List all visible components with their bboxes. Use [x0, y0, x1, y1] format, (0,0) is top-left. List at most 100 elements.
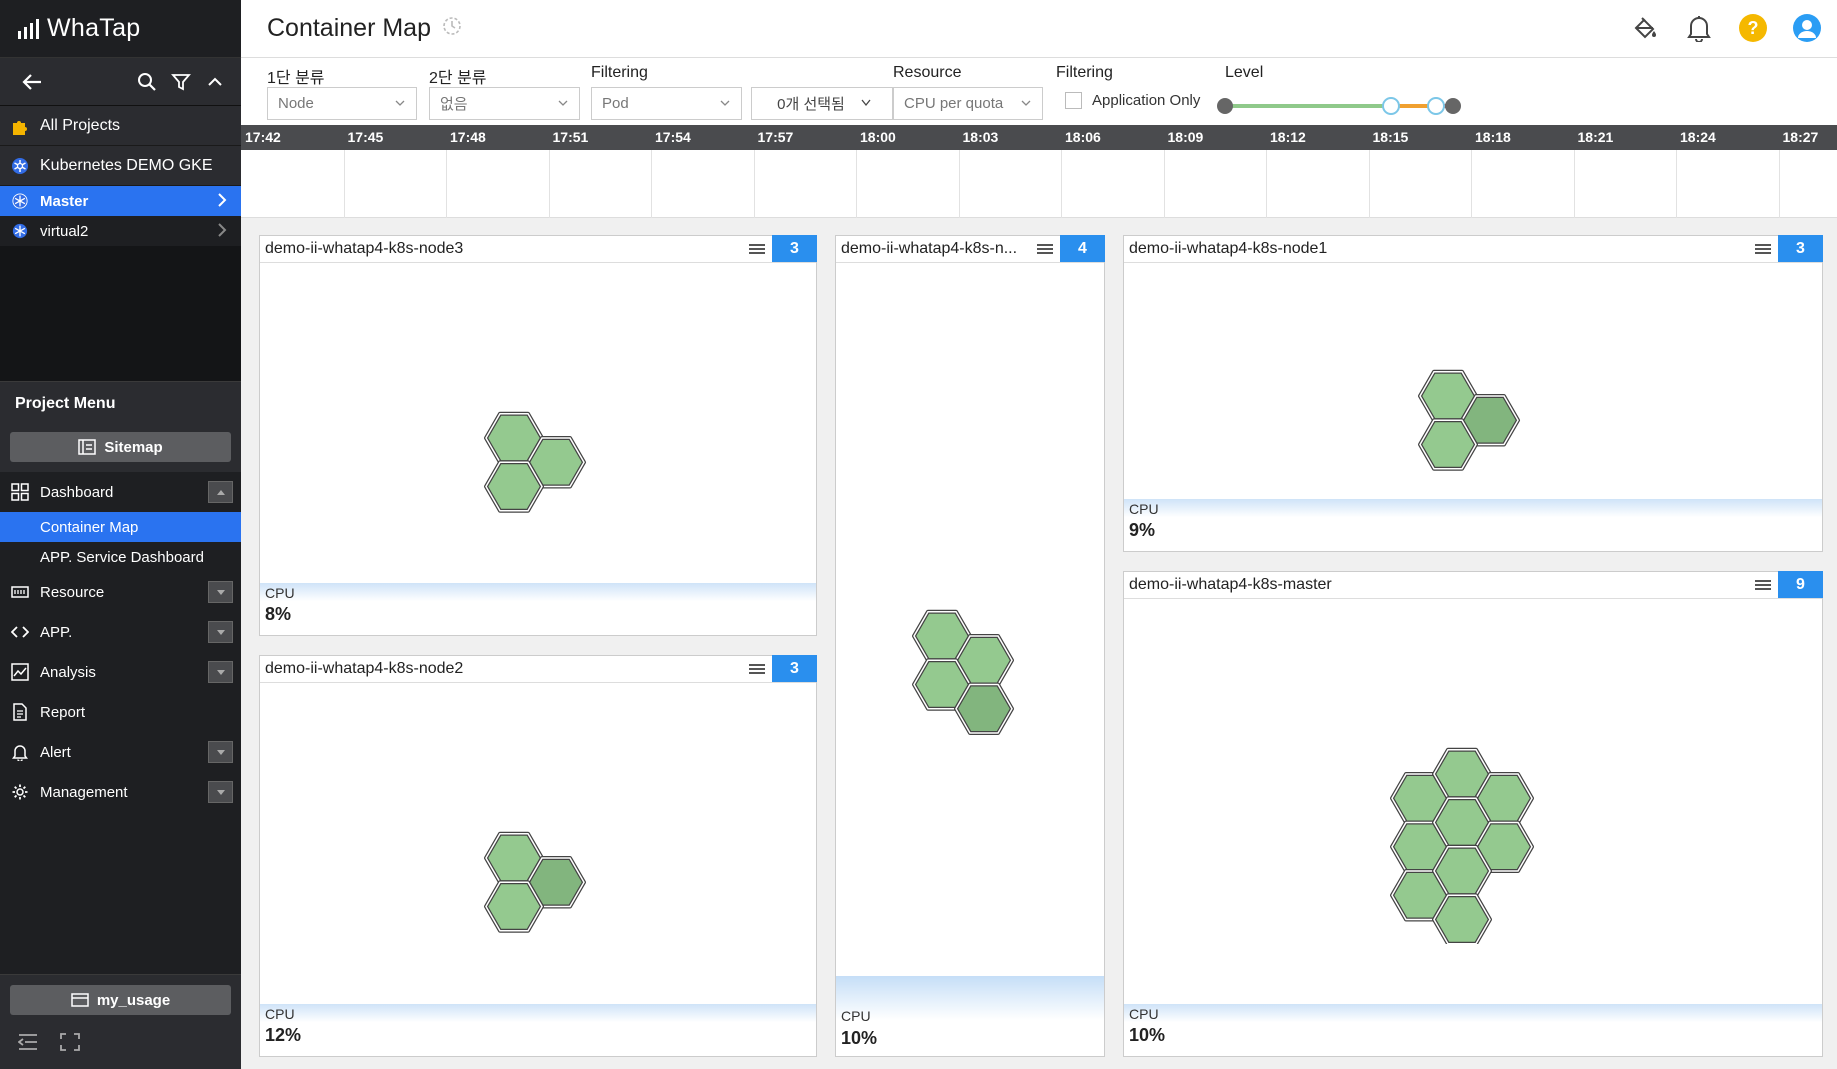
list-icon[interactable]: [1754, 579, 1772, 593]
history-icon[interactable]: [441, 15, 463, 42]
metric-value: 8%: [265, 604, 292, 624]
timeline-tick: 18:27: [1782, 129, 1819, 145]
resource-select[interactable]: CPU per quota: [893, 87, 1043, 120]
filter-icon[interactable]: [167, 68, 195, 96]
pod-honeycomb[interactable]: [1414, 366, 1534, 486]
pod-hex[interactable]: [1418, 418, 1478, 471]
pod-count-badge[interactable]: 4: [1060, 235, 1105, 262]
my-usage-button[interactable]: my_usage: [10, 985, 231, 1015]
filtering-label: Filtering: [591, 64, 648, 81]
timeline-tick: 18:15: [1372, 129, 1409, 145]
menu-management[interactable]: Management: [0, 772, 241, 812]
page-title: Container Map: [267, 14, 431, 42]
collapse-toggle[interactable]: [208, 481, 233, 503]
node-card-master[interactable]: demo-ii-whatap4-k8s-master 9 CPU 10%: [1123, 571, 1823, 1057]
sitemap-button[interactable]: Sitemap: [10, 432, 231, 462]
menu-collapse-icon[interactable]: [17, 1033, 38, 1056]
timeline-gridline: [343, 150, 345, 218]
chevron-up-icon: [216, 489, 225, 495]
expand-toggle[interactable]: [208, 781, 233, 803]
timeline[interactable]: 17:42 17:45 17:48 17:51 17:54 17:57 18:00 18:03…: [241, 125, 1837, 218]
menu-app-service-dashboard[interactable]: APP. Service Dashboard: [0, 542, 241, 572]
timeline-gridline: [548, 150, 550, 218]
project-item[interactable]: Kubernetes DEMO GKE: [0, 146, 241, 186]
list-icon[interactable]: [1036, 243, 1054, 257]
pod-hex[interactable]: [484, 880, 544, 933]
collapse-up-icon[interactable]: [201, 68, 229, 96]
list-icon[interactable]: [748, 663, 766, 677]
expand-toggle[interactable]: [208, 741, 233, 763]
timeline-tick: 18:09: [1167, 129, 1204, 145]
application-only-label: Application Only: [1092, 92, 1201, 109]
sitemap-label: Sitemap: [104, 438, 163, 456]
pod-hex[interactable]: [1432, 844, 1492, 898]
pod-count-badge[interactable]: 3: [1778, 235, 1823, 262]
chevron-down-icon: [216, 629, 225, 635]
group2-value: 없음: [440, 96, 468, 113]
filtering-select[interactable]: Pod: [591, 87, 742, 120]
project-name-label: Kubernetes DEMO GKE: [40, 156, 213, 174]
list-icon[interactable]: [1754, 243, 1772, 257]
node-card-node1[interactable]: demo-ii-whatap4-k8s-node1 3 CPU 9%: [1123, 235, 1823, 552]
node-title: demo-ii-whatap4-k8s-node3: [265, 240, 464, 257]
all-projects-label: All Projects: [40, 116, 121, 134]
expand-toggle[interactable]: [208, 581, 233, 603]
whatap-logo[interactable]: WhaTap: [0, 0, 241, 58]
search-icon[interactable]: [133, 68, 161, 96]
pod-count-badge[interactable]: 3: [772, 655, 817, 682]
expand-toggle[interactable]: [208, 621, 233, 643]
pod-honeycomb[interactable]: [1386, 744, 1561, 944]
timeline-tick: 17:42: [245, 129, 281, 145]
sitemap-icon: [78, 439, 97, 455]
resource-label: Resource: [893, 64, 962, 81]
help-icon[interactable]: ?: [1737, 12, 1769, 44]
timeline-grid[interactable]: [241, 150, 1837, 218]
node-card-node3[interactable]: demo-ii-whatap4-k8s-node3 3 CPU 8%: [259, 235, 817, 636]
menu-analysis[interactable]: Analysis: [0, 652, 241, 692]
pod-honeycomb[interactable]: [480, 828, 600, 948]
menu-report[interactable]: Report: [0, 692, 241, 732]
back-arrow-icon[interactable]: [18, 68, 46, 96]
menu-resource[interactable]: Resource: [0, 572, 241, 612]
tree-item-virtual2[interactable]: virtual2: [0, 216, 241, 246]
timeline-tick: 18:06: [1065, 129, 1101, 145]
paint-bucket-icon[interactable]: [1629, 12, 1661, 44]
group2-select[interactable]: 없음: [429, 87, 580, 120]
pod-count-badge[interactable]: 9: [1778, 571, 1823, 598]
notification-bell-icon[interactable]: [1683, 12, 1715, 44]
pod-hex[interactable]: [1432, 893, 1492, 944]
timeline-gridline: [753, 150, 755, 218]
metric-label: CPU: [841, 1008, 871, 1024]
kubernetes-icon: [10, 193, 30, 209]
pod-count-badge[interactable]: 3: [772, 235, 817, 262]
pod-honeycomb[interactable]: [908, 606, 1028, 756]
pod-hex[interactable]: [954, 682, 1014, 735]
node-card-nodeN[interactable]: demo-ii-whatap4-k8s-n... 4 CPU 10%: [835, 235, 1105, 1057]
document-icon: [10, 702, 30, 722]
fullscreen-icon[interactable]: [60, 1033, 80, 1056]
chevron-down-icon: [1021, 100, 1031, 106]
timeline-gridline: [1061, 150, 1062, 218]
application-only-checkbox[interactable]: [1065, 92, 1082, 109]
menu-alert[interactable]: Alert: [0, 732, 241, 772]
pod-hex[interactable]: [484, 460, 544, 513]
menu-container-map[interactable]: Container Map: [0, 512, 241, 542]
level-slider[interactable]: [1211, 94, 1471, 118]
all-projects-item[interactable]: All Projects: [0, 106, 241, 146]
list-icon[interactable]: [748, 243, 766, 257]
expand-toggle[interactable]: [208, 661, 233, 683]
pod-honeycomb[interactable]: [480, 408, 600, 528]
group1-select[interactable]: Node: [267, 87, 417, 120]
application-only-option[interactable]: Application Only: [1065, 92, 1200, 109]
card-icon: [71, 993, 89, 1007]
pod-multiselect[interactable]: 0개 선택됨: [751, 87, 893, 120]
menu-dashboard[interactable]: Dashboard: [0, 472, 241, 512]
menu-app[interactable]: APP.: [0, 612, 241, 652]
level-label: Level: [1225, 64, 1264, 81]
node-card-node2[interactable]: demo-ii-whatap4-k8s-node2 3 CPU 12%: [259, 655, 817, 1057]
user-avatar[interactable]: [1791, 12, 1823, 44]
timeline-tick: 17:57: [757, 129, 794, 145]
menu-management-label: Management: [40, 783, 128, 801]
tree-item-master[interactable]: Master: [0, 186, 241, 216]
sidebar: WhaTap All Projects Kubernetes DEMO GKE: [0, 0, 241, 1069]
